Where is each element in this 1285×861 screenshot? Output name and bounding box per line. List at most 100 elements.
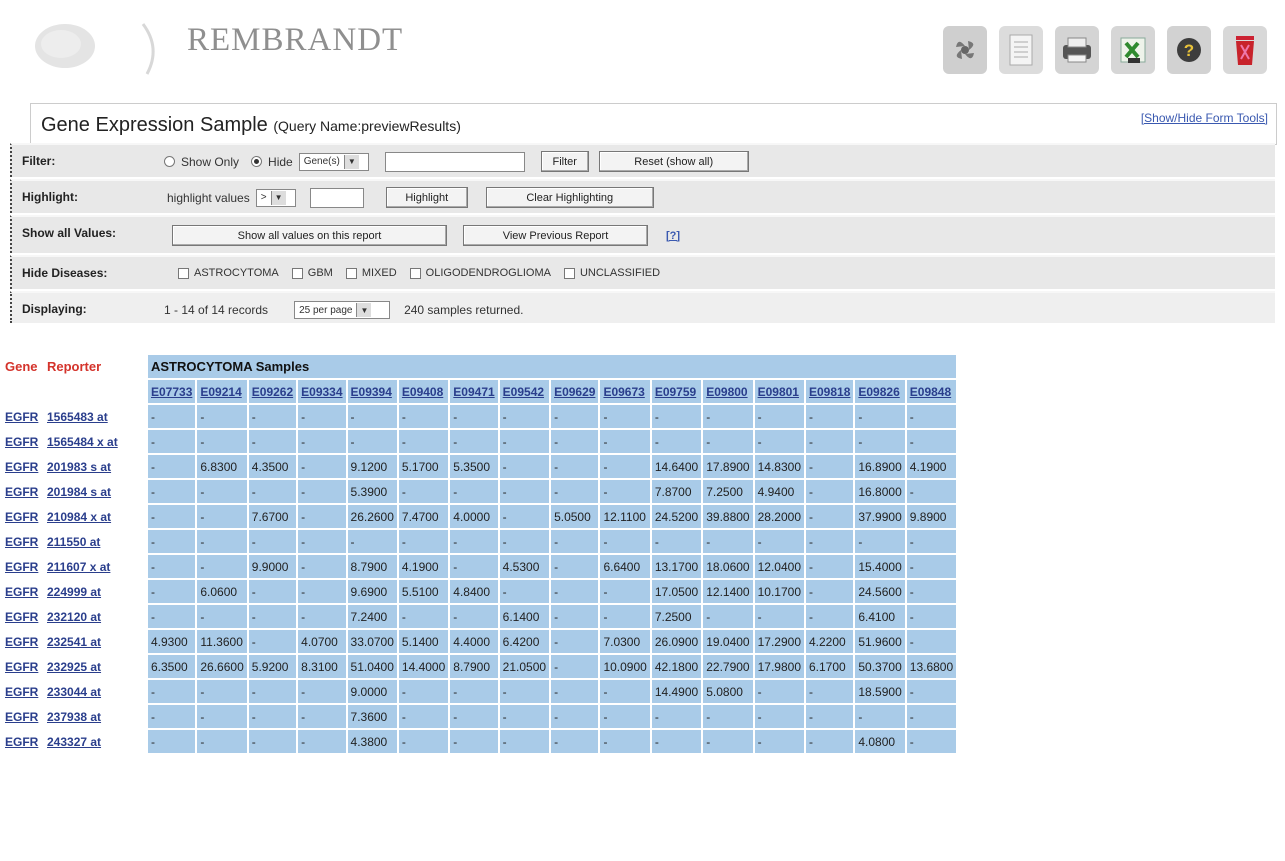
gene-link[interactable]: EGFR (5, 685, 38, 699)
value-cell: - (551, 405, 599, 428)
value-cell: 50.3700 (855, 655, 905, 678)
table-row: EGFR 233044 at - - - -9.0000- - - - -14.4900 5.080… (2, 680, 957, 703)
value-cell: 7.0300 (600, 630, 650, 653)
gene-link[interactable]: EGFR (5, 460, 38, 474)
sample-link[interactable]: E09471 (453, 385, 494, 399)
value-cell: - (398, 430, 449, 453)
gene-link[interactable]: EGFR (5, 535, 38, 549)
sample-link[interactable]: E09826 (858, 385, 899, 399)
astrocytoma-samples-header: ASTROCYTOMA Samples (148, 355, 957, 378)
reporter-link[interactable]: 232541 at (47, 635, 101, 649)
sample-link[interactable]: E09629 (554, 385, 595, 399)
value-cell: 17.8900 (703, 455, 753, 478)
reporter-link[interactable]: 201983 s at (47, 460, 111, 474)
hide-radio[interactable] (251, 156, 263, 167)
value-cell: - (197, 430, 247, 453)
trash-icon[interactable] (1223, 26, 1267, 74)
reporter-cell: 224999 at (44, 580, 146, 603)
view-previous-report-button[interactable]: View Previous Report (463, 225, 648, 246)
document-icon[interactable] (999, 26, 1043, 74)
reporter-link[interactable]: 201984 s at (47, 485, 111, 499)
value-cell: 13.6800 (906, 655, 957, 678)
sample-link[interactable]: E09408 (402, 385, 443, 399)
sample-link[interactable]: E07733 (151, 385, 192, 399)
help-icon[interactable]: ? (1167, 26, 1211, 74)
displaying-controls: 1 - 14 of 14 records 25 per page ▼ 240 s… (164, 301, 523, 319)
reporter-link[interactable]: 232120 at (47, 610, 101, 624)
mixed-checkbox[interactable] (345, 267, 357, 279)
excel-export-icon[interactable] (1111, 26, 1155, 74)
value-cell: 6.6400 (600, 555, 650, 578)
value-cell: - (148, 605, 196, 628)
sample-link[interactable]: E09848 (910, 385, 951, 399)
gene-link[interactable]: EGFR (5, 485, 38, 499)
reporter-link[interactable]: 232925 at (47, 660, 101, 674)
reporter-link[interactable]: 210984 x at (47, 510, 111, 524)
gene-link[interactable]: EGFR (5, 610, 38, 624)
value-cell: 4.1900 (906, 455, 957, 478)
table-row: EGFR 210984 x at - -7.6700-26.2600 7.4700 4.0… (2, 505, 957, 528)
sample-link[interactable]: E09759 (655, 385, 696, 399)
astrocytoma-checkbox[interactable] (178, 267, 189, 279)
highlight-operator-select[interactable]: > ▼ (255, 188, 296, 207)
filter-button[interactable]: Filter (540, 151, 589, 172)
sample-link[interactable]: E09800 (706, 385, 747, 399)
sample-link[interactable]: E09334 (301, 385, 342, 399)
reporter-link[interactable]: 233044 at (47, 685, 101, 699)
reporter-cell: 233044 at (44, 680, 146, 703)
value-cell: - (499, 530, 550, 553)
chevron-down-icon: ▼ (343, 154, 359, 169)
sample-link[interactable]: E09394 (351, 385, 392, 399)
sample-header-cell: E09471 (450, 380, 498, 403)
results-table-container: Gene Reporter ASTROCYTOMA Samples E07733… (0, 353, 1285, 755)
gene-link[interactable]: EGFR (5, 410, 38, 424)
unclassified-checkbox[interactable] (563, 267, 575, 279)
gene-link[interactable]: EGFR (5, 585, 38, 599)
hide-diseases-row: Hide Diseases: ASTROCYTOMA GBM MIXED OLI… (10, 255, 1275, 289)
sample-link[interactable]: E09801 (758, 385, 799, 399)
value-cell: 6.8300 (197, 455, 247, 478)
fan-icon[interactable] (943, 26, 987, 74)
reporter-link[interactable]: 224999 at (47, 585, 101, 599)
reporter-link[interactable]: 1565484 x at (47, 435, 118, 449)
show-hide-form-tools-link[interactable]: [Show/Hide Form Tools] (1141, 111, 1268, 125)
sample-link[interactable]: E09542 (503, 385, 544, 399)
reporter-link[interactable]: 1565483 at (47, 410, 108, 424)
printer-icon[interactable] (1055, 26, 1099, 74)
gene-link[interactable]: EGFR (5, 710, 38, 724)
gbm-checkbox[interactable] (291, 267, 303, 279)
reporter-link[interactable]: 211550 at (47, 535, 100, 549)
reset-show-all-button[interactable]: Reset (show all) (598, 151, 749, 172)
help-link[interactable]: [?] (666, 230, 680, 242)
sample-link[interactable]: E09818 (809, 385, 850, 399)
gene-link[interactable]: EGFR (5, 660, 38, 674)
reporter-link[interactable]: 211607 x at (47, 560, 110, 574)
gene-cell: EGFR (2, 655, 42, 678)
value-cell: - (298, 505, 346, 528)
value-cell: - (906, 680, 957, 703)
reporter-link[interactable]: 237938 at (47, 710, 101, 724)
sample-link[interactable]: E09262 (252, 385, 293, 399)
show-only-radio[interactable] (164, 156, 175, 167)
filter-type-select[interactable]: Gene(s) ▼ (298, 152, 369, 171)
value-cell: - (499, 580, 550, 603)
gene-link[interactable]: EGFR (5, 735, 38, 749)
sample-link[interactable]: E09673 (603, 385, 644, 399)
clear-highlighting-button[interactable]: Clear Highlighting (485, 187, 654, 208)
value-cell: - (398, 605, 449, 628)
show-all-values-button[interactable]: Show all values on this report (172, 225, 447, 246)
highlight-value-input[interactable] (309, 187, 364, 208)
gene-link[interactable]: EGFR (5, 510, 38, 524)
filter-text-input[interactable] (384, 151, 525, 172)
sample-link[interactable]: E09214 (200, 385, 241, 399)
gene-link[interactable]: EGFR (5, 635, 38, 649)
oligodendroglioma-checkbox[interactable] (409, 267, 421, 279)
gene-link[interactable]: EGFR (5, 560, 38, 574)
gene-link[interactable]: EGFR (5, 435, 38, 449)
reporter-link[interactable]: 243327 at (47, 735, 101, 749)
highlight-button[interactable]: Highlight (385, 187, 468, 208)
value-cell: - (398, 480, 449, 503)
per-page-select[interactable]: 25 per page ▼ (294, 301, 391, 319)
value-cell: - (806, 480, 854, 503)
value-cell: - (551, 730, 599, 753)
